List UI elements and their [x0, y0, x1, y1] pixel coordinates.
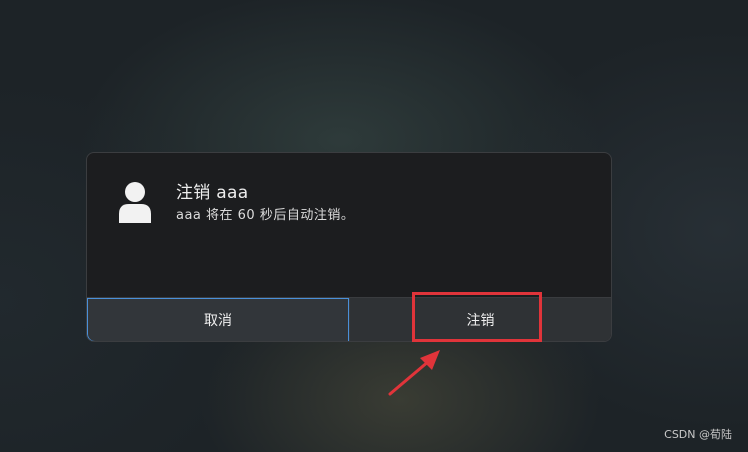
cancel-button-label: 取消	[204, 313, 232, 329]
dialog-message: aaa 将在 60 秒后自动注销。	[176, 208, 355, 223]
user-avatar-icon	[119, 182, 151, 223]
button-row: 取消 注销	[87, 297, 611, 341]
cancel-button[interactable]: 取消	[87, 298, 349, 341]
dialog-title: 注销 aaa	[176, 183, 249, 203]
pointer-arrow-icon	[388, 350, 440, 396]
watermark: CSDN @荀陆	[664, 428, 732, 441]
logout-button-label: 注销	[466, 313, 495, 329]
logout-dialog: 注销 aaa aaa 将在 60 秒后自动注销。 取消 注销	[86, 152, 612, 342]
logout-button[interactable]: 注销	[349, 298, 611, 341]
